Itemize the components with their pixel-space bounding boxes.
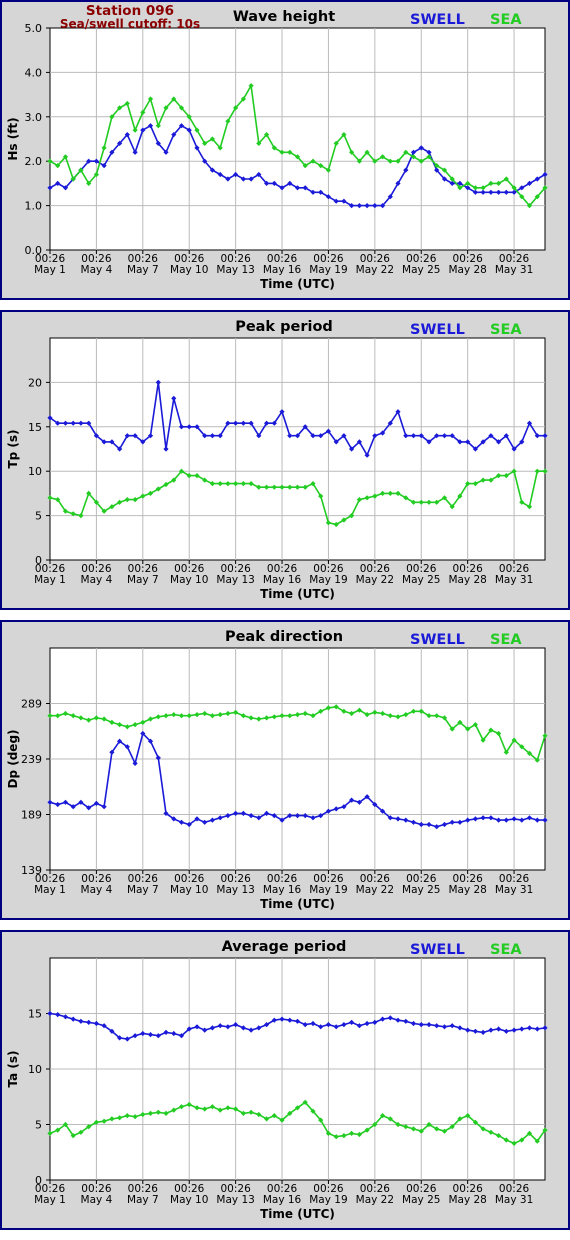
y-tick-label: 20 (28, 376, 42, 389)
y-axis-label: Tp (s) (6, 429, 20, 468)
y-tick-label: 2.0 (25, 155, 43, 168)
x-tick-date-label: May 22 (356, 574, 394, 586)
x-tick-date-label: May 4 (81, 884, 113, 896)
y-tick-label: 3.0 (25, 111, 43, 124)
x-tick-date-label: May 28 (448, 884, 486, 896)
average-period-chart: 05101500:26May 100:26May 400:26May 700:2… (0, 930, 570, 1230)
y-tick-label: 5 (35, 510, 42, 523)
peak-direction-panel: 139 189 239 289 00:26 May 1 00:26 May 4 00:26 May… (0, 620, 570, 920)
y-axis-label: Dp (deg) (6, 729, 20, 788)
x-axis-label: Time (UTC) (260, 587, 335, 601)
x-tick-date-label: May 1 (34, 884, 66, 896)
x-tick-date-label: May 28 (448, 264, 486, 276)
x-tick-date-label: May 16 (263, 884, 302, 896)
peak-direction-chart: 13918923928900:26May 100:26May 400:26May… (0, 620, 570, 920)
y-tick-label: 289 (21, 698, 42, 711)
x-tick-date-label: May 7 (127, 264, 159, 276)
x-tick-date-label: May 22 (356, 884, 394, 896)
x-tick-date-label: May 25 (402, 264, 440, 276)
y-tick-label: 5.0 (25, 22, 43, 35)
x-tick-date-label: May 13 (216, 884, 254, 896)
average-period-panel: 0 5 10 15 00:26 May 1 00:26 May 4 00:26 May 7 00:2… (0, 930, 570, 1230)
x-tick-date-label: May 1 (34, 574, 66, 586)
y-tick-label: 5 (35, 1119, 42, 1132)
x-tick-date-label: May 7 (127, 574, 159, 586)
x-tick-date-label: May 16 (263, 574, 302, 586)
x-tick-date-label: May 19 (309, 574, 347, 586)
legend-sea: SEA (490, 942, 522, 958)
legend-sea: SEA (490, 12, 522, 28)
chart-title: Wave height (233, 9, 335, 25)
x-tick-date-label: May 16 (263, 264, 302, 276)
x-axis-label: Time (UTC) (260, 897, 335, 911)
legend-sea: SEA (490, 632, 522, 648)
legend-swell: SWELL (410, 12, 465, 28)
wave-height-chart: 0.01.02.03.04.05.000:26May 100:26May 400… (0, 0, 570, 300)
x-tick-date-label: May 7 (127, 1194, 159, 1206)
x-tick-date-label: May 31 (495, 574, 533, 586)
x-tick-date-label: May 4 (81, 1194, 113, 1206)
x-tick-date-label: May 22 (356, 264, 394, 276)
y-tick-label: 15 (28, 421, 42, 434)
plot-area (49, 337, 546, 561)
x-tick-date-label: May 10 (170, 574, 208, 586)
wave-height-panel: 0.0 1.0 2.0 3.0 4.0 5.0 00:26 May 1 00:26 May 4 00… (0, 0, 570, 300)
x-tick-date-label: May 22 (356, 1194, 394, 1206)
x-tick-date-label: May 25 (402, 574, 440, 586)
chart-title: Peak period (235, 319, 333, 335)
x-tick-date-label: May 31 (495, 1194, 533, 1206)
x-tick-date-label: May 10 (170, 1194, 208, 1206)
x-tick-date-label: May 4 (81, 264, 113, 276)
y-tick-label: 1.0 (25, 200, 43, 213)
x-axis-label: Time (UTC) (260, 1207, 335, 1221)
x-tick-date-label: May 28 (448, 574, 486, 586)
y-tick-label: 15 (28, 1008, 42, 1021)
x-tick-date-label: May 19 (309, 884, 347, 896)
x-tick-date-label: May 10 (170, 884, 208, 896)
x-tick-date-label: May 4 (81, 574, 113, 586)
x-tick-date-label: May 1 (34, 1194, 66, 1206)
y-tick-label: 10 (28, 465, 42, 478)
x-tick-date-label: May 19 (309, 264, 347, 276)
x-tick-date-label: May 31 (495, 884, 533, 896)
peak-period-panel: 0 5 10 15 20 00:26 May 1 00:26 May 4 00:26 May 7 00… (0, 310, 570, 610)
x-tick-date-label: May 19 (309, 1194, 347, 1206)
cutoff-subtitle: Sea/swell cutoff: 10s (60, 17, 200, 31)
x-tick-date-label: May 7 (127, 884, 159, 896)
x-axis-label: Time (UTC) (260, 277, 335, 291)
x-tick-date-label: May 25 (402, 1194, 440, 1206)
y-axis-label: Ta (s) (6, 1050, 20, 1087)
chart-title: Peak direction (225, 629, 343, 645)
x-tick-date-label: May 16 (263, 1194, 302, 1206)
y-tick-label: 189 (21, 809, 42, 822)
y-tick-label: 10 (28, 1063, 42, 1076)
x-tick-date-label: May 13 (216, 574, 254, 586)
x-tick-date-label: May 13 (216, 264, 254, 276)
peak-period-chart: 0510152000:26May 100:26May 400:26May 700… (0, 310, 570, 610)
chart-title: Average period (222, 939, 347, 955)
y-tick-label: 4.0 (25, 66, 43, 79)
legend-swell: SWELL (410, 322, 465, 338)
x-tick-date-label: May 28 (448, 1194, 486, 1206)
x-tick-date-label: May 10 (170, 264, 208, 276)
legend-sea: SEA (490, 322, 522, 338)
y-axis-label: Hs (ft) (6, 117, 20, 160)
x-tick-date-label: May 25 (402, 884, 440, 896)
x-tick-date-label: May 13 (216, 1194, 254, 1206)
y-tick-label: 239 (21, 753, 42, 766)
x-tick-date-label: May 1 (34, 264, 66, 276)
x-tick-date-label: May 31 (495, 264, 533, 276)
legend-swell: SWELL (410, 942, 465, 958)
legend-swell: SWELL (410, 632, 465, 648)
